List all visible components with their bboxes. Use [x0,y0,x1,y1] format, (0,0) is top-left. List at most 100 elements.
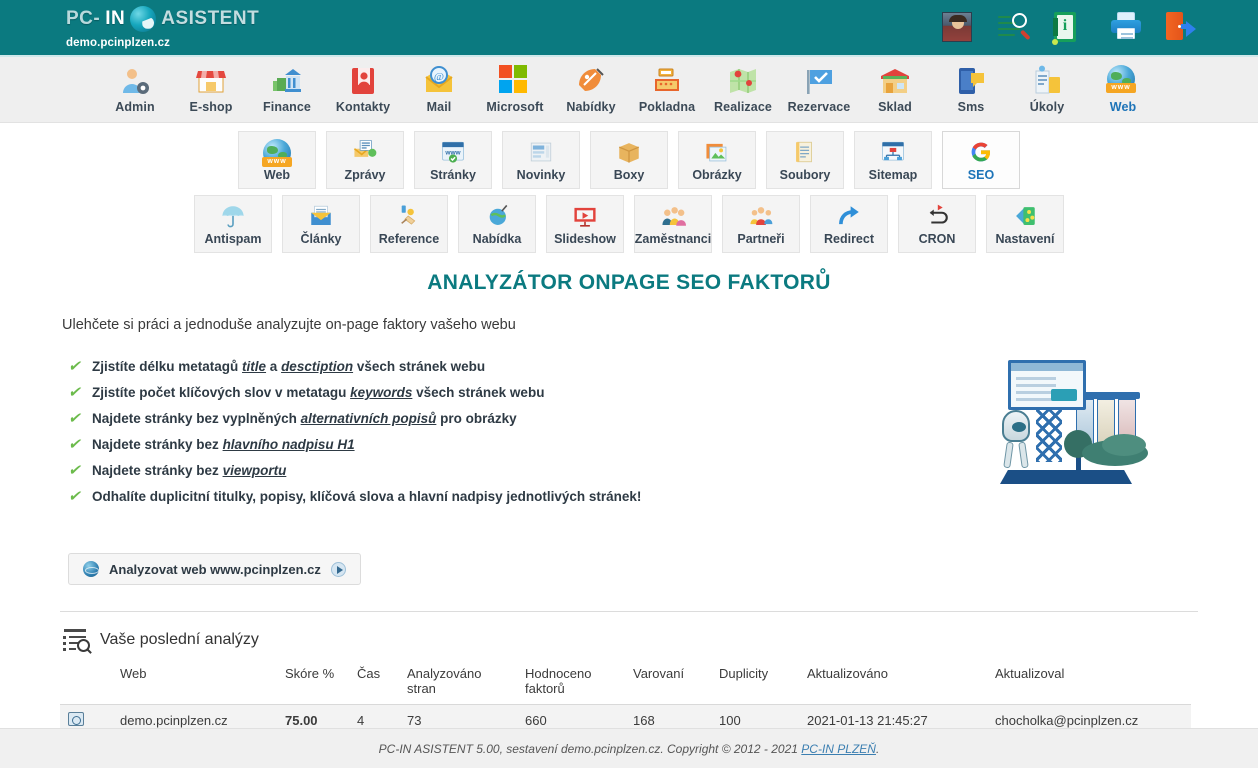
nav-item-admin[interactable]: Admin [97,65,173,114]
feature-emphasis-1: title [242,359,267,374]
brand-part3: ASISTENT [161,8,260,30]
news-icon [527,139,555,165]
col-duplicities: Duplicity [711,664,799,705]
analyses-section: Vaše poslední analýzy Web Skóre % Čas An… [0,628,1258,737]
nav-item-realizace[interactable]: Realizace [705,65,781,114]
subnav-tile-label: Obrázky [692,167,742,182]
google-g-icon [967,139,995,165]
eshop-icon [195,65,227,97]
subnav-tile-novinky[interactable]: Novinky [502,131,580,189]
feature-prefix: Najdete stránky bez [92,437,223,452]
nav-item-rezervace[interactable]: Rezervace [781,65,857,114]
subnav-tile-web[interactable]: www Web [238,131,316,189]
feature-text: Zjistíte délku metatagů title a desctipt… [92,359,485,375]
check-icon [68,487,83,505]
subnav-tile-seo[interactable]: SEO [942,131,1020,189]
info-card-icon[interactable] [1052,11,1088,46]
feature-text: Zjistíte počet klíčových slov v metatagu… [92,385,544,401]
feature-emphasis-1: keywords [350,385,413,400]
search-analytics-icon[interactable] [998,12,1032,46]
subnav-tile-zam-stnanci[interactable]: Zaměstnanci [634,195,712,253]
nav-item-sms[interactable]: Sms [933,65,1009,114]
subnav-tile-cron[interactable]: CRON [898,195,976,253]
box-icon [615,139,643,165]
subnav-tile-zpr-vy[interactable]: Zprávy [326,131,404,189]
nav-item-nab-dky[interactable]: Nabídky [553,65,629,114]
feature-item: Najdete stránky bez vyplněných alternati… [68,409,1198,427]
analyze-web-button[interactable]: Analyzovat web www.pcinplzen.cz [68,553,361,585]
nav-item--koly[interactable]: Úkoly [1009,65,1085,114]
footer-link[interactable]: PC-IN PLZEŇ [801,742,876,756]
subnav-tile-slideshow[interactable]: Slideshow [546,195,624,253]
footer-tail: . [875,741,880,756]
svg-text:@: @ [434,71,444,83]
sub-nav-row-2: Antispam Články Reference Nabídka Slideshow Z… [0,195,1258,253]
nav-item-microsoft[interactable]: Microsoft [477,65,553,114]
feature-suffix: všech stránek webu [412,385,545,400]
subnav-tile--l-nky[interactable]: Články [282,195,360,253]
page-footer: PC-IN ASISTENT 5.00, sestavení demo.pcin… [0,728,1258,768]
subnav-tile-label: Web [263,167,291,182]
subnav-tile-nab-dka[interactable]: Nabídka [458,195,536,253]
page-title: ANALYZÁTOR ONPAGE SEO FAKTORŮ [427,271,831,294]
nav-item-e-shop[interactable]: E-shop [173,65,249,114]
articles-icon [307,203,335,229]
images-icon [703,139,731,165]
subnav-tile-str-nky[interactable]: www Stránky [414,131,492,189]
col-factors: Hodnoceno faktorů [517,664,625,705]
brand-block[interactable]: PC- IN ASISTENT demo.pcinplzen.cz [66,5,260,50]
feature-item: Zjistíte počet klíčových slov v metatagu… [68,383,1198,401]
nav-item-kontakty[interactable]: Kontakty [325,65,401,114]
nav-item-pokladna[interactable]: Pokladna [629,65,705,114]
user-avatar[interactable] [942,11,976,46]
feature-list: Zjistíte délku metatagů title a desctipt… [68,357,1198,505]
globe-icon: www [1106,65,1136,93]
subnav-tile-reference[interactable]: Reference [370,195,448,253]
detail-icon[interactable] [68,712,84,726]
subnav-tile-label: Stránky [430,167,476,182]
feature-text: Najdete stránky bez viewportu [92,463,286,479]
finance-icon [271,65,303,97]
subnav-tile-label: Partneři [737,231,785,246]
subnav-tile-obr-zky[interactable]: Obrázky [678,131,756,189]
nav-item-sklad[interactable]: Sklad [857,65,933,114]
web-globe-icon: www [1106,65,1139,97]
feature-suffix: pro obrázky [436,411,517,426]
brand-title: PC- IN ASISTENT [66,5,260,32]
subnav-tile-label: Soubory [779,167,831,182]
subnav-tile-label: SEO [967,167,995,182]
redirect-icon [835,203,863,229]
feature-prefix: Zjistíte délku metatagů [92,359,243,374]
nav-item-mail[interactable]: @ Mail [401,65,477,114]
subnav-tile-nastaven-[interactable]: Nastavení [986,195,1064,253]
nav-item-web[interactable]: www Web [1085,65,1161,114]
employees-icon [659,203,687,229]
printer-icon[interactable] [1110,11,1144,46]
check-icon [68,409,83,427]
main-navigation: Admin E-shop Finance Kontakty @ Mail Microsoft… [0,57,1258,123]
brand-part1: PC- [66,8,101,30]
check-icon [68,461,83,479]
logout-icon[interactable] [1166,11,1200,46]
sub-nav-row-1: www Web Zprávy www Stránky Novinky Boxy Obrázky… [0,131,1258,189]
feature-text: Najdete stránky bez hlavního nadpisu H1 [92,437,355,453]
subnav-tile-boxy[interactable]: Boxy [590,131,668,189]
reference-icon [395,203,423,229]
feature-emphasis-2: desctiption [281,359,354,374]
col-warnings: Varovaní [625,664,711,705]
nav-item-label: Sms [957,100,985,114]
footer-text: PC-IN ASISTENT 5.00, sestavení demo.pcin… [379,742,880,756]
subnav-tile-partne-i[interactable]: Partneři [722,195,800,253]
subnav-tile-label: Články [300,231,342,246]
subnav-tile-sitemap[interactable]: Sitemap [854,131,932,189]
subnav-tile-redirect[interactable]: Redirect [810,195,888,253]
col-web: Web [112,664,277,705]
subnav-tile-antispam[interactable]: Antispam [194,195,272,253]
nav-item-finance[interactable]: Finance [249,65,325,114]
feature-item: Najdete stránky bez hlavního nadpisu H1 [68,435,1198,453]
flag-icon [803,65,835,97]
mail-icon: @ [423,65,455,97]
subnav-tile-soubory[interactable]: Soubory [766,131,844,189]
subnav-tile-label: Novinky [516,167,566,182]
web-globe-icon: www [262,138,292,167]
